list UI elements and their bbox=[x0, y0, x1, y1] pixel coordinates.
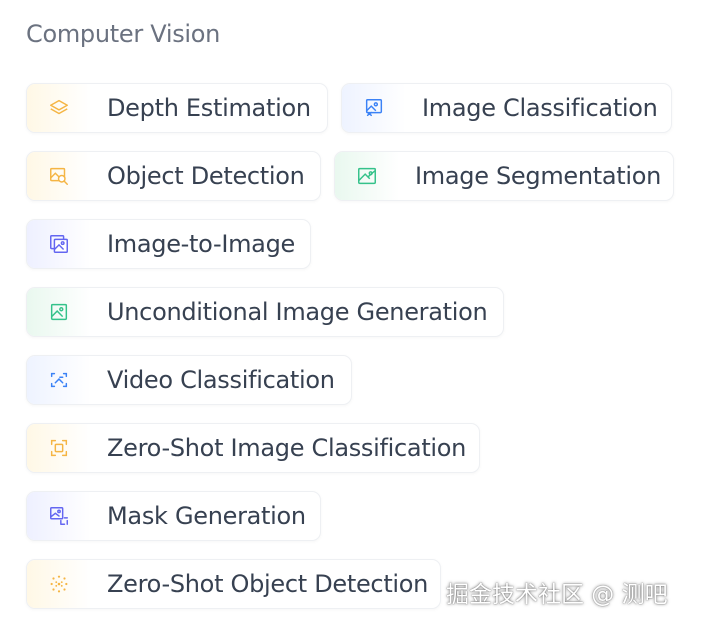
tag-zero-shot-object-detection[interactable]: Zero-Shot Object Detection bbox=[26, 559, 441, 609]
zero-shot-detection-icon bbox=[27, 560, 91, 608]
image-generation-icon bbox=[27, 288, 91, 336]
tag-mask-generation[interactable]: Mask Generation bbox=[26, 491, 321, 541]
tag-label: Image-to-Image bbox=[107, 230, 295, 258]
zero-shot-classification-icon bbox=[27, 424, 91, 472]
tag-label: Image Segmentation bbox=[415, 162, 662, 190]
tag-object-detection[interactable]: Object Detection bbox=[26, 151, 321, 201]
tag-image-to-image[interactable]: Image-to-Image bbox=[26, 219, 311, 269]
tag-image-classification[interactable]: Image Classification bbox=[341, 83, 672, 133]
tag-image-segmentation[interactable]: Image Segmentation bbox=[334, 151, 674, 201]
image-segmentation-icon bbox=[335, 152, 399, 200]
tag-label: Mask Generation bbox=[107, 502, 306, 530]
tag-label: Object Detection bbox=[107, 162, 305, 190]
watermark: 掘金技术社区 @ 测吧 bbox=[446, 582, 668, 608]
mask-generation-icon bbox=[27, 492, 91, 540]
tag-label: Image Classification bbox=[422, 94, 658, 122]
section-title: Computer Vision bbox=[26, 20, 221, 48]
tag-depth-estimation[interactable]: Depth Estimation bbox=[26, 83, 328, 133]
tag-label: Unconditional Image Generation bbox=[107, 298, 488, 326]
tag-video-classification[interactable]: Video Classification bbox=[26, 355, 352, 405]
tag-zero-shot-image-classification[interactable]: Zero-Shot Image Classification bbox=[26, 423, 480, 473]
object-detection-icon bbox=[27, 152, 91, 200]
image-classification-icon bbox=[342, 84, 406, 132]
video-classification-icon bbox=[27, 356, 91, 404]
tag-unconditional-image-generation[interactable]: Unconditional Image Generation bbox=[26, 287, 504, 337]
tag-label: Zero-Shot Object Detection bbox=[107, 570, 429, 598]
layers-icon bbox=[27, 84, 91, 132]
tag-label: Video Classification bbox=[107, 366, 335, 394]
tag-label: Zero-Shot Image Classification bbox=[107, 434, 467, 462]
tag-label: Depth Estimation bbox=[107, 94, 311, 122]
image-to-image-icon bbox=[27, 220, 91, 268]
